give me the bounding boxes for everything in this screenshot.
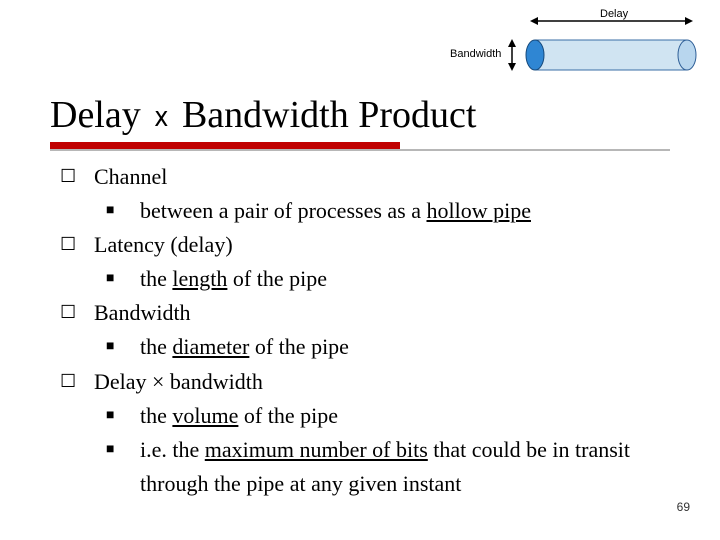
text-underline: length (172, 266, 227, 291)
hollow-square-icon: ☐ (60, 228, 94, 259)
bullet-delay-bandwidth: ☐ Delay × bandwidth (60, 365, 670, 399)
bullet-label: Bandwidth (94, 296, 670, 330)
delay-label: Delay (600, 8, 628, 20)
title-underline (50, 142, 670, 152)
filled-square-icon: ■ (106, 399, 140, 427)
bandwidth-label: Bandwidth (450, 48, 501, 60)
filled-square-icon: ■ (106, 330, 140, 358)
slide-title: Delay ⅹ Bandwidth Product (50, 93, 476, 137)
text-post: of the pipe (227, 266, 327, 291)
text-underline: hollow pipe (426, 198, 531, 223)
slide-content: ☐ Channel ■ between a pair of processes … (60, 160, 670, 501)
text-underline: maximum number of bits (205, 437, 428, 462)
text-post: of the pipe (249, 334, 349, 359)
pipe-diagram: Delay Bandwidth (400, 8, 700, 78)
filled-square-icon: ■ (106, 262, 140, 290)
bullet-channel: ☐ Channel (60, 160, 670, 194)
subbullet-text: between a pair of processes as a hollow … (140, 194, 670, 228)
bullet-label: Delay × bandwidth (94, 365, 670, 399)
subbullet-text: the diameter of the pipe (140, 330, 670, 364)
text-underline: diameter (172, 334, 249, 359)
subbullet: ■ the diameter of the pipe (60, 330, 670, 364)
subbullet: ■ i.e. the maximum number of bits that c… (60, 433, 670, 501)
subbullet-text: i.e. the maximum number of bits that cou… (140, 433, 670, 501)
text-pre: i.e. the (140, 437, 205, 462)
subbullet: ■ the length of the pipe (60, 262, 670, 296)
filled-square-icon: ■ (106, 433, 140, 461)
bullet-label: Latency (delay) (94, 228, 670, 262)
bullet-bandwidth: ☐ Bandwidth (60, 296, 670, 330)
filled-square-icon: ■ (106, 194, 140, 222)
subbullet-text: the volume of the pipe (140, 399, 670, 433)
page-number: 69 (677, 500, 690, 514)
bullet-label: Channel (94, 160, 670, 194)
text-pre: between a pair of processes as a (140, 198, 426, 223)
text-pre: the (140, 334, 172, 359)
pipe-svg (400, 8, 700, 78)
bullet-latency: ☐ Latency (delay) (60, 228, 670, 262)
text-pre: the (140, 266, 172, 291)
title-left: Delay (50, 94, 141, 136)
text-pre: the (140, 403, 172, 428)
hollow-square-icon: ☐ (60, 365, 94, 396)
subbullet-text: the length of the pipe (140, 262, 670, 296)
text-post: of the pipe (238, 403, 338, 428)
title-mult: ⅹ (150, 101, 172, 134)
title-right: Bandwidth Product (182, 94, 476, 136)
hollow-square-icon: ☐ (60, 160, 94, 191)
hollow-square-icon: ☐ (60, 296, 94, 327)
subbullet: ■ between a pair of processes as a hollo… (60, 194, 670, 228)
text-underline: volume (172, 403, 238, 428)
subbullet: ■ the volume of the pipe (60, 399, 670, 433)
